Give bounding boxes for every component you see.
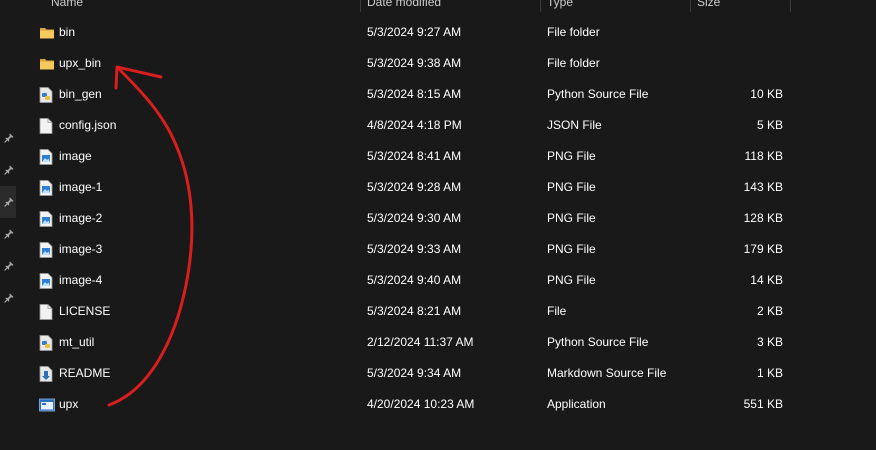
image-file-icon <box>39 172 55 203</box>
file-date-modified: 5/3/2024 9:40 AM <box>367 273 462 287</box>
file-explorer-window: Name Date modified Type Size bin 5/3/2024… <box>0 0 876 450</box>
column-divider[interactable] <box>540 0 541 12</box>
file-type: PNG File <box>547 149 596 163</box>
file-type: PNG File <box>547 180 596 194</box>
file-row[interactable]: image-2 5/3/2024 9:30 AM PNG File 128 KB <box>0 203 876 234</box>
file-size: 128 KB <box>743 211 783 225</box>
file-row[interactable]: image-4 5/3/2024 9:40 AM PNG File 14 KB <box>0 265 876 296</box>
file-date-modified: 5/3/2024 9:34 AM <box>367 366 462 380</box>
column-header-date[interactable]: Date modified <box>367 0 441 12</box>
file-date-modified: 5/3/2024 8:15 AM <box>367 87 462 101</box>
file-name: image-2 <box>59 211 103 225</box>
file-date-modified: 5/3/2024 9:30 AM <box>367 211 462 225</box>
column-divider[interactable] <box>360 0 361 12</box>
file-row[interactable]: image 5/3/2024 8:41 AM PNG File 118 KB <box>0 141 876 172</box>
file-row[interactable]: upx 4/20/2024 10:23 AM Application 551 KB <box>0 389 876 420</box>
file-size <box>692 48 783 79</box>
file-date-modified: 4/20/2024 10:23 AM <box>367 397 475 411</box>
file-size: 179 KB <box>743 242 783 256</box>
file-type: Markdown Source File <box>547 366 667 380</box>
file-name: mt_util <box>59 335 95 349</box>
file-row[interactable]: bin_gen 5/3/2024 8:15 AM Python Source Fil… <box>0 79 876 110</box>
file-type: Python Source File <box>547 87 649 101</box>
column-divider[interactable] <box>690 0 691 12</box>
markdown-file-icon <box>39 358 55 389</box>
file-type: File folder <box>547 25 600 39</box>
file-name: config.json <box>59 118 117 132</box>
file-size <box>692 17 783 48</box>
application-icon <box>39 389 55 420</box>
file-row[interactable]: LICENSE 5/3/2024 8:21 AM File 2 KB <box>0 296 876 327</box>
column-divider[interactable] <box>790 0 791 12</box>
file-type: File <box>547 304 567 318</box>
file-row[interactable]: README 5/3/2024 9:34 AM Markdown Source Fi… <box>0 358 876 389</box>
file-type: File folder <box>547 56 600 70</box>
folder-icon <box>39 48 55 79</box>
file-size: 10 KB <box>750 87 783 101</box>
file-type: PNG File <box>547 242 596 256</box>
image-file-icon <box>39 234 55 265</box>
file-row[interactable]: upx_bin 5/3/2024 9:38 AM File folder <box>0 48 876 79</box>
column-header-size[interactable]: Size <box>697 0 720 12</box>
file-date-modified: 5/3/2024 8:21 AM <box>367 304 462 318</box>
file-size: 551 KB <box>743 397 783 411</box>
generic-file-icon <box>39 110 55 141</box>
file-type: PNG File <box>547 273 596 287</box>
file-list: bin 5/3/2024 9:27 AM File folder upx_bin 5/3… <box>0 17 876 420</box>
file-row[interactable]: config.json 4/8/2024 4:18 PM JSON File 5 KB <box>0 110 876 141</box>
file-date-modified: 5/3/2024 9:28 AM <box>367 180 462 194</box>
file-size: 5 KB <box>756 118 783 132</box>
file-type: PNG File <box>547 211 596 225</box>
file-name: README <box>59 366 111 380</box>
python-file-icon <box>39 79 55 110</box>
file-type: JSON File <box>547 118 602 132</box>
file-date-modified: 5/3/2024 9:38 AM <box>367 56 462 70</box>
file-size: 1 KB <box>756 366 783 380</box>
file-size: 3 KB <box>756 335 783 349</box>
image-file-icon <box>39 203 55 234</box>
image-file-icon <box>39 265 55 296</box>
file-name: LICENSE <box>59 304 111 318</box>
file-row[interactable]: image-1 5/3/2024 9:28 AM PNG File 143 KB <box>0 172 876 203</box>
folder-icon <box>39 17 55 48</box>
file-size: 143 KB <box>743 180 783 194</box>
file-name: upx_bin <box>59 56 102 70</box>
file-name: image-3 <box>59 242 103 256</box>
file-name: image <box>59 149 92 163</box>
file-name: bin <box>59 25 76 39</box>
file-row[interactable]: bin 5/3/2024 9:27 AM File folder <box>0 17 876 48</box>
generic-file-icon <box>39 296 55 327</box>
file-date-modified: 4/8/2024 4:18 PM <box>367 118 462 132</box>
file-name: upx <box>59 397 79 411</box>
file-name: image-4 <box>59 273 103 287</box>
file-row[interactable]: mt_util 2/12/2024 11:37 AM Python Source F… <box>0 327 876 358</box>
file-type: Application <box>547 397 606 411</box>
column-header-name[interactable]: Name <box>51 0 83 12</box>
column-header-type[interactable]: Type <box>547 0 573 12</box>
file-row[interactable]: image-3 5/3/2024 9:33 AM PNG File 179 KB <box>0 234 876 265</box>
file-date-modified: 5/3/2024 8:41 AM <box>367 149 462 163</box>
column-header: Name Date modified Type Size <box>0 0 876 12</box>
file-date-modified: 2/12/2024 11:37 AM <box>367 335 474 349</box>
file-date-modified: 5/3/2024 9:33 AM <box>367 242 462 256</box>
file-size: 14 KB <box>750 273 783 287</box>
file-size: 118 KB <box>744 149 783 163</box>
image-file-icon <box>39 141 55 172</box>
file-date-modified: 5/3/2024 9:27 AM <box>367 25 462 39</box>
file-name: bin_gen <box>59 87 102 101</box>
file-type: Python Source File <box>547 335 649 349</box>
python-file-icon <box>39 327 55 358</box>
file-name: image-1 <box>59 180 103 194</box>
file-size: 2 KB <box>756 304 783 318</box>
